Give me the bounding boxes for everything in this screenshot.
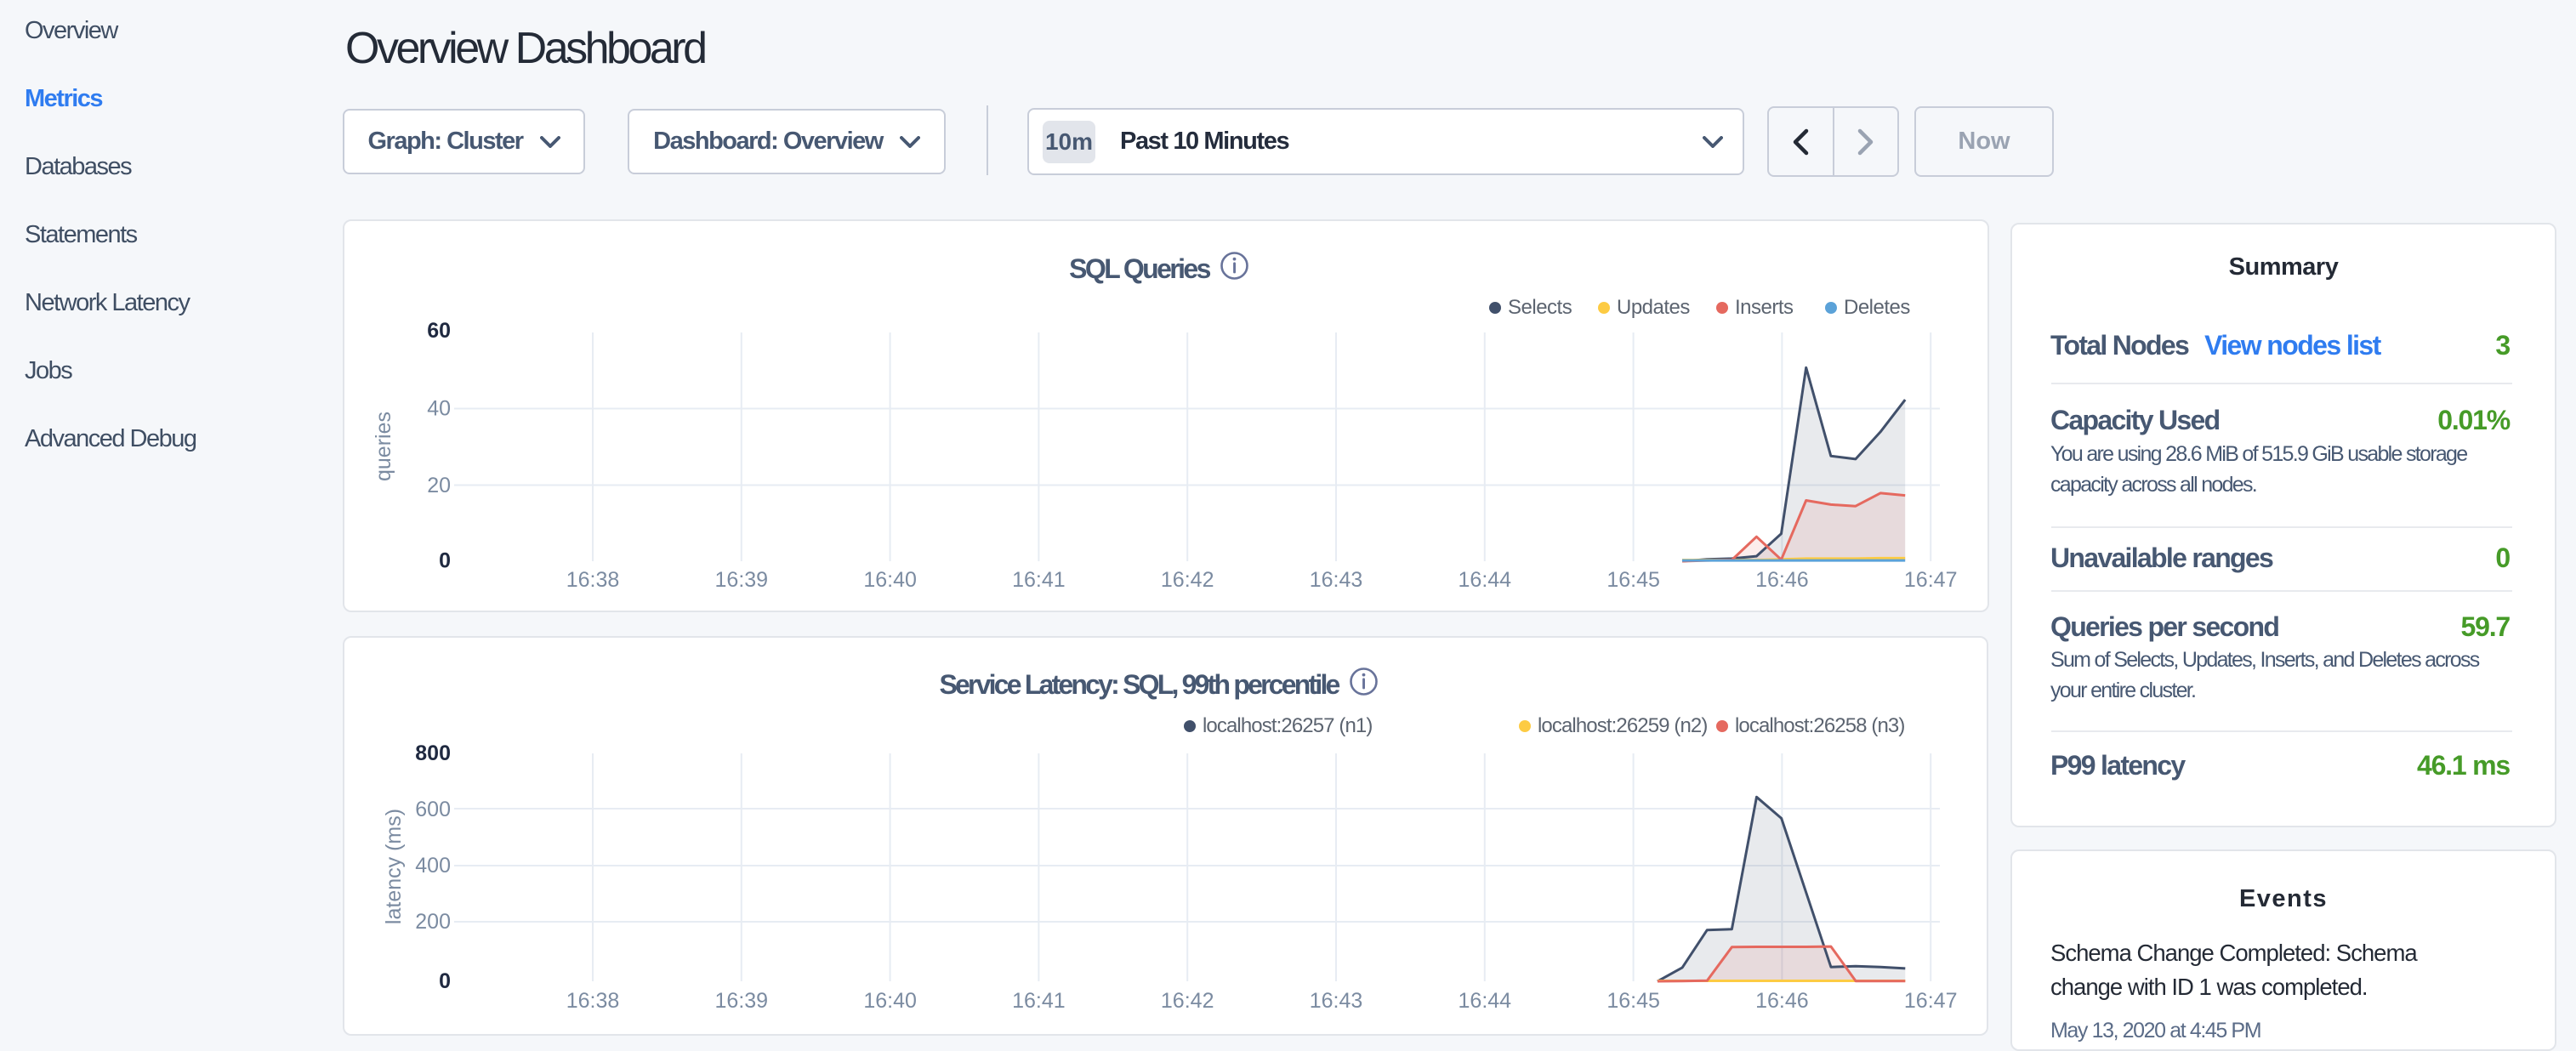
svg-text:600: 600 <box>415 798 451 821</box>
svg-text:60: 60 <box>427 319 451 343</box>
svg-text:queries: queries <box>372 412 395 481</box>
svg-text:16:44: 16:44 <box>1459 989 1512 1013</box>
svg-text:16:44: 16:44 <box>1459 568 1512 592</box>
svg-text:16:43: 16:43 <box>1310 989 1363 1013</box>
svg-text:16:42: 16:42 <box>1161 568 1214 592</box>
svg-text:16:46: 16:46 <box>1755 568 1809 592</box>
svg-text:16:42: 16:42 <box>1161 989 1214 1013</box>
svg-text:16:38: 16:38 <box>566 989 620 1013</box>
svg-text:20: 20 <box>427 474 451 497</box>
svg-text:40: 40 <box>427 397 451 421</box>
svg-text:16:47: 16:47 <box>1904 568 1958 592</box>
svg-text:400: 400 <box>415 854 451 878</box>
svg-text:16:40: 16:40 <box>863 568 917 592</box>
svg-text:16:41: 16:41 <box>1012 989 1066 1013</box>
svg-text:200: 200 <box>415 910 451 934</box>
svg-text:16:47: 16:47 <box>1904 989 1958 1013</box>
svg-text:800: 800 <box>415 741 451 765</box>
svg-text:16:43: 16:43 <box>1310 568 1363 592</box>
svg-text:0: 0 <box>439 969 451 993</box>
svg-text:16:39: 16:39 <box>715 989 769 1013</box>
svg-text:16:45: 16:45 <box>1606 989 1660 1013</box>
svg-text:0: 0 <box>439 549 451 573</box>
svg-text:16:39: 16:39 <box>715 568 769 592</box>
svg-text:latency (ms): latency (ms) <box>382 809 406 924</box>
svg-text:16:46: 16:46 <box>1755 989 1809 1013</box>
svg-text:16:40: 16:40 <box>863 989 917 1013</box>
svg-text:16:41: 16:41 <box>1012 568 1066 592</box>
svg-text:16:45: 16:45 <box>1606 568 1660 592</box>
svg-text:16:38: 16:38 <box>566 568 620 592</box>
